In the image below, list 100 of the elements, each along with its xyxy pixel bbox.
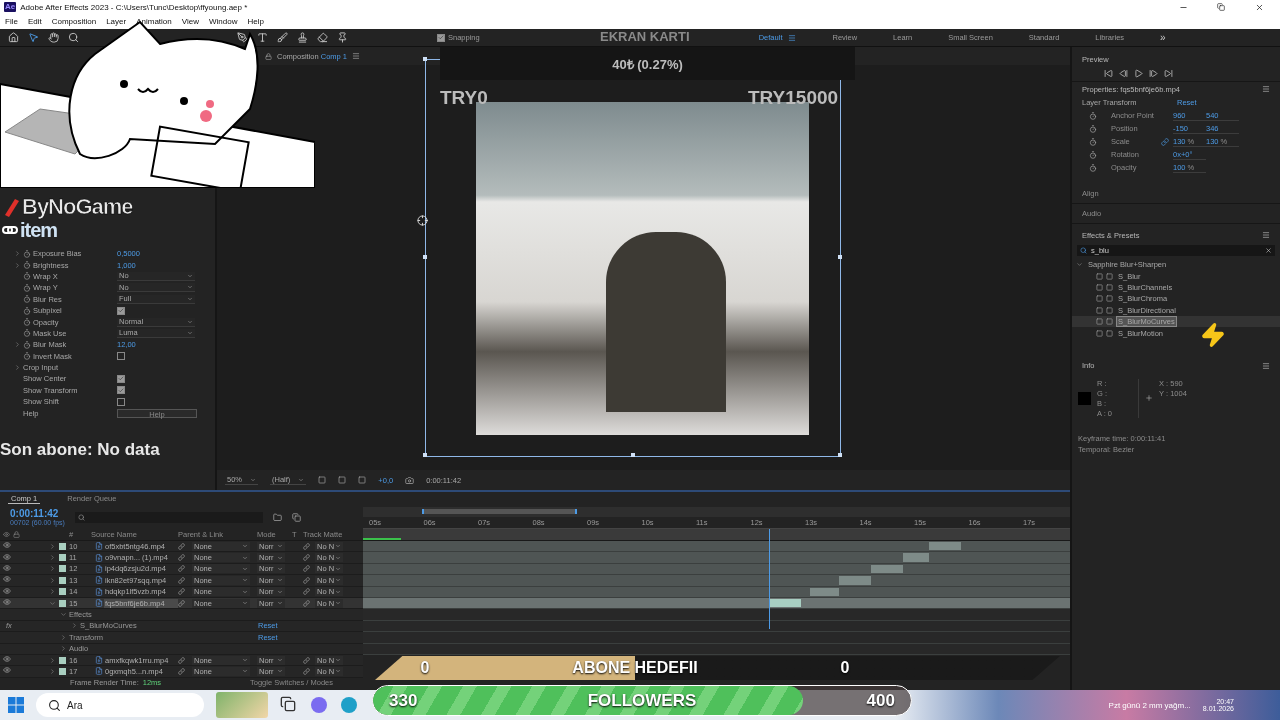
pickwhip-icon[interactable] bbox=[303, 588, 310, 596]
resize-handle[interactable] bbox=[423, 57, 427, 61]
stopwatch-icon[interactable] bbox=[23, 261, 31, 270]
pickwhip-icon[interactable] bbox=[303, 565, 310, 573]
play-icon[interactable] bbox=[1134, 69, 1143, 78]
stopwatch-icon[interactable] bbox=[1089, 111, 1097, 120]
chevron-right-icon[interactable] bbox=[14, 250, 21, 258]
menu-icon[interactable] bbox=[352, 52, 361, 60]
transparency-grid-icon[interactable] bbox=[318, 476, 327, 484]
text-icon[interactable] bbox=[257, 32, 268, 43]
chevron-down-icon[interactable] bbox=[49, 599, 58, 607]
pointer-icon[interactable] bbox=[28, 32, 39, 43]
anchor-point-icon[interactable] bbox=[417, 215, 428, 226]
pickwhip-icon[interactable] bbox=[178, 576, 185, 584]
eye-icon[interactable] bbox=[3, 563, 11, 572]
previous-frame-icon[interactable] bbox=[1119, 69, 1128, 78]
eye-icon[interactable] bbox=[3, 575, 11, 584]
brush-icon[interactable] bbox=[277, 32, 288, 43]
menu-item[interactable]: Edit bbox=[27, 17, 42, 26]
pickwhip-icon[interactable] bbox=[303, 542, 310, 550]
menu-icon[interactable] bbox=[1262, 231, 1270, 239]
more-workspaces-button[interactable]: » bbox=[1160, 32, 1166, 43]
effect-checkbox[interactable] bbox=[117, 386, 125, 395]
stopwatch-icon[interactable] bbox=[23, 283, 31, 292]
pickwhip-icon[interactable] bbox=[303, 668, 310, 675]
chevron-right-icon[interactable] bbox=[14, 341, 21, 349]
eye-icon[interactable] bbox=[3, 552, 11, 561]
menu-item[interactable]: File bbox=[5, 17, 18, 26]
link-icon[interactable] bbox=[1161, 137, 1169, 146]
stopwatch-icon[interactable] bbox=[1089, 150, 1097, 159]
last-frame-icon[interactable] bbox=[1164, 69, 1173, 78]
pickwhip-icon[interactable] bbox=[178, 656, 185, 664]
eye-icon[interactable] bbox=[3, 655, 11, 664]
stopwatch-icon[interactable] bbox=[23, 306, 31, 315]
layers-icon[interactable] bbox=[291, 512, 301, 522]
resize-handle[interactable] bbox=[631, 453, 635, 457]
chevron-down-icon[interactable] bbox=[1076, 261, 1085, 269]
region-icon[interactable] bbox=[338, 476, 347, 484]
stopwatch-icon[interactable] bbox=[23, 318, 31, 327]
chevron-right-icon[interactable] bbox=[14, 261, 21, 269]
pickwhip-icon[interactable] bbox=[303, 599, 310, 607]
pickwhip-icon[interactable] bbox=[303, 554, 310, 562]
timecode[interactable]: 0:00:11:42 bbox=[10, 508, 65, 519]
resize-handle[interactable] bbox=[423, 255, 427, 259]
pickwhip-icon[interactable] bbox=[303, 656, 310, 664]
home-icon[interactable] bbox=[8, 32, 19, 43]
copilot-icon[interactable] bbox=[310, 696, 328, 714]
eraser-icon[interactable] bbox=[317, 32, 328, 43]
stopwatch-icon[interactable] bbox=[23, 295, 31, 304]
pickwhip-icon[interactable] bbox=[178, 668, 185, 675]
menu-item[interactable]: View bbox=[181, 17, 199, 26]
first-frame-icon[interactable] bbox=[1104, 69, 1113, 78]
stamp-icon[interactable] bbox=[297, 32, 308, 43]
stopwatch-icon[interactable] bbox=[1089, 137, 1097, 146]
stopwatch-icon[interactable] bbox=[23, 272, 31, 281]
stopwatch-icon[interactable] bbox=[23, 352, 31, 361]
menu-item[interactable]: Animation bbox=[136, 17, 172, 26]
layer-bounding-box[interactable] bbox=[425, 59, 841, 457]
effect-checkbox[interactable] bbox=[117, 375, 125, 383]
stopwatch-icon[interactable] bbox=[23, 249, 31, 258]
lock-icon[interactable] bbox=[265, 52, 272, 60]
pickwhip-icon[interactable] bbox=[178, 588, 185, 596]
pickwhip-icon[interactable] bbox=[178, 565, 185, 573]
folder-icon[interactable] bbox=[272, 512, 282, 522]
stopwatch-icon[interactable] bbox=[23, 340, 31, 349]
menu-item[interactable]: Composition bbox=[51, 17, 97, 26]
pin-icon[interactable] bbox=[337, 32, 348, 43]
stopwatch-icon[interactable] bbox=[1089, 124, 1097, 133]
effect-checkbox[interactable] bbox=[117, 306, 125, 315]
chevron-down-icon[interactable] bbox=[60, 611, 69, 619]
chevron-right-icon[interactable] bbox=[14, 364, 21, 372]
menu-item[interactable]: Window bbox=[208, 17, 238, 26]
stopwatch-icon[interactable] bbox=[23, 329, 31, 338]
time-navigator[interactable] bbox=[363, 507, 1070, 517]
effect-checkbox[interactable] bbox=[117, 397, 125, 406]
zoom-icon[interactable] bbox=[68, 32, 79, 43]
eye-icon[interactable] bbox=[3, 541, 11, 550]
pickwhip-icon[interactable] bbox=[178, 542, 185, 550]
menu-item[interactable]: Help bbox=[247, 17, 264, 26]
eye-icon[interactable] bbox=[3, 666, 11, 675]
task-view-icon[interactable] bbox=[280, 696, 298, 714]
menu-item[interactable]: Layer bbox=[106, 17, 127, 26]
next-frame-icon[interactable] bbox=[1149, 69, 1158, 78]
guides-icon[interactable] bbox=[358, 476, 367, 484]
pickwhip-icon[interactable] bbox=[303, 576, 310, 584]
pen-icon[interactable] bbox=[237, 32, 248, 43]
menu-icon[interactable] bbox=[1262, 361, 1270, 370]
resize-handle[interactable] bbox=[838, 453, 842, 457]
snapshot-icon[interactable] bbox=[405, 475, 415, 485]
eye-icon[interactable] bbox=[3, 586, 11, 595]
eye-icon[interactable] bbox=[3, 598, 11, 607]
taskbar-search-field[interactable]: Ara bbox=[36, 693, 204, 717]
resize-handle[interactable] bbox=[838, 255, 842, 259]
stopwatch-icon[interactable] bbox=[1089, 163, 1097, 172]
resize-handle[interactable] bbox=[423, 453, 427, 457]
start-icon[interactable] bbox=[8, 697, 24, 713]
layer-search-field[interactable] bbox=[74, 511, 263, 523]
browser-icon[interactable] bbox=[340, 696, 358, 714]
effect-checkbox[interactable] bbox=[117, 352, 125, 361]
hand-icon[interactable] bbox=[48, 32, 59, 43]
